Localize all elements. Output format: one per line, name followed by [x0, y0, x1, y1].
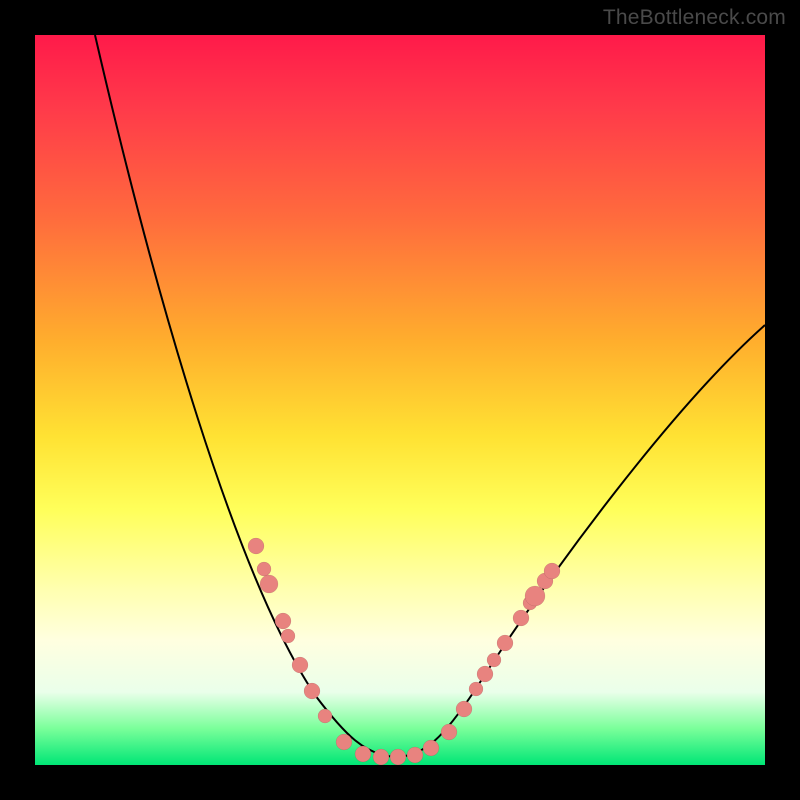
data-point-marker: [469, 682, 483, 696]
data-point-marker: [456, 701, 472, 717]
chart-svg: [35, 35, 765, 765]
data-point-marker: [390, 749, 406, 765]
data-point-marker: [497, 635, 513, 651]
data-point-marker: [318, 709, 332, 723]
data-point-marker: [525, 586, 545, 606]
data-point-marker: [355, 746, 371, 762]
data-point-marker: [257, 562, 271, 576]
data-point-marker: [292, 657, 308, 673]
data-point-marker: [513, 610, 529, 626]
watermark-text: TheBottleneck.com: [603, 6, 786, 30]
marker-group: [248, 538, 560, 765]
chart-plot-area: [35, 35, 765, 765]
data-point-marker: [248, 538, 264, 554]
bottleneck-curve: [95, 35, 765, 757]
data-point-marker: [373, 749, 389, 765]
data-point-marker: [407, 747, 423, 763]
data-point-marker: [441, 724, 457, 740]
data-point-marker: [423, 740, 439, 756]
data-point-marker: [304, 683, 320, 699]
data-point-marker: [477, 666, 493, 682]
data-point-marker: [275, 613, 291, 629]
data-point-marker: [544, 563, 560, 579]
data-point-marker: [260, 575, 278, 593]
data-point-marker: [281, 629, 295, 643]
data-point-marker: [336, 734, 352, 750]
data-point-marker: [487, 653, 501, 667]
